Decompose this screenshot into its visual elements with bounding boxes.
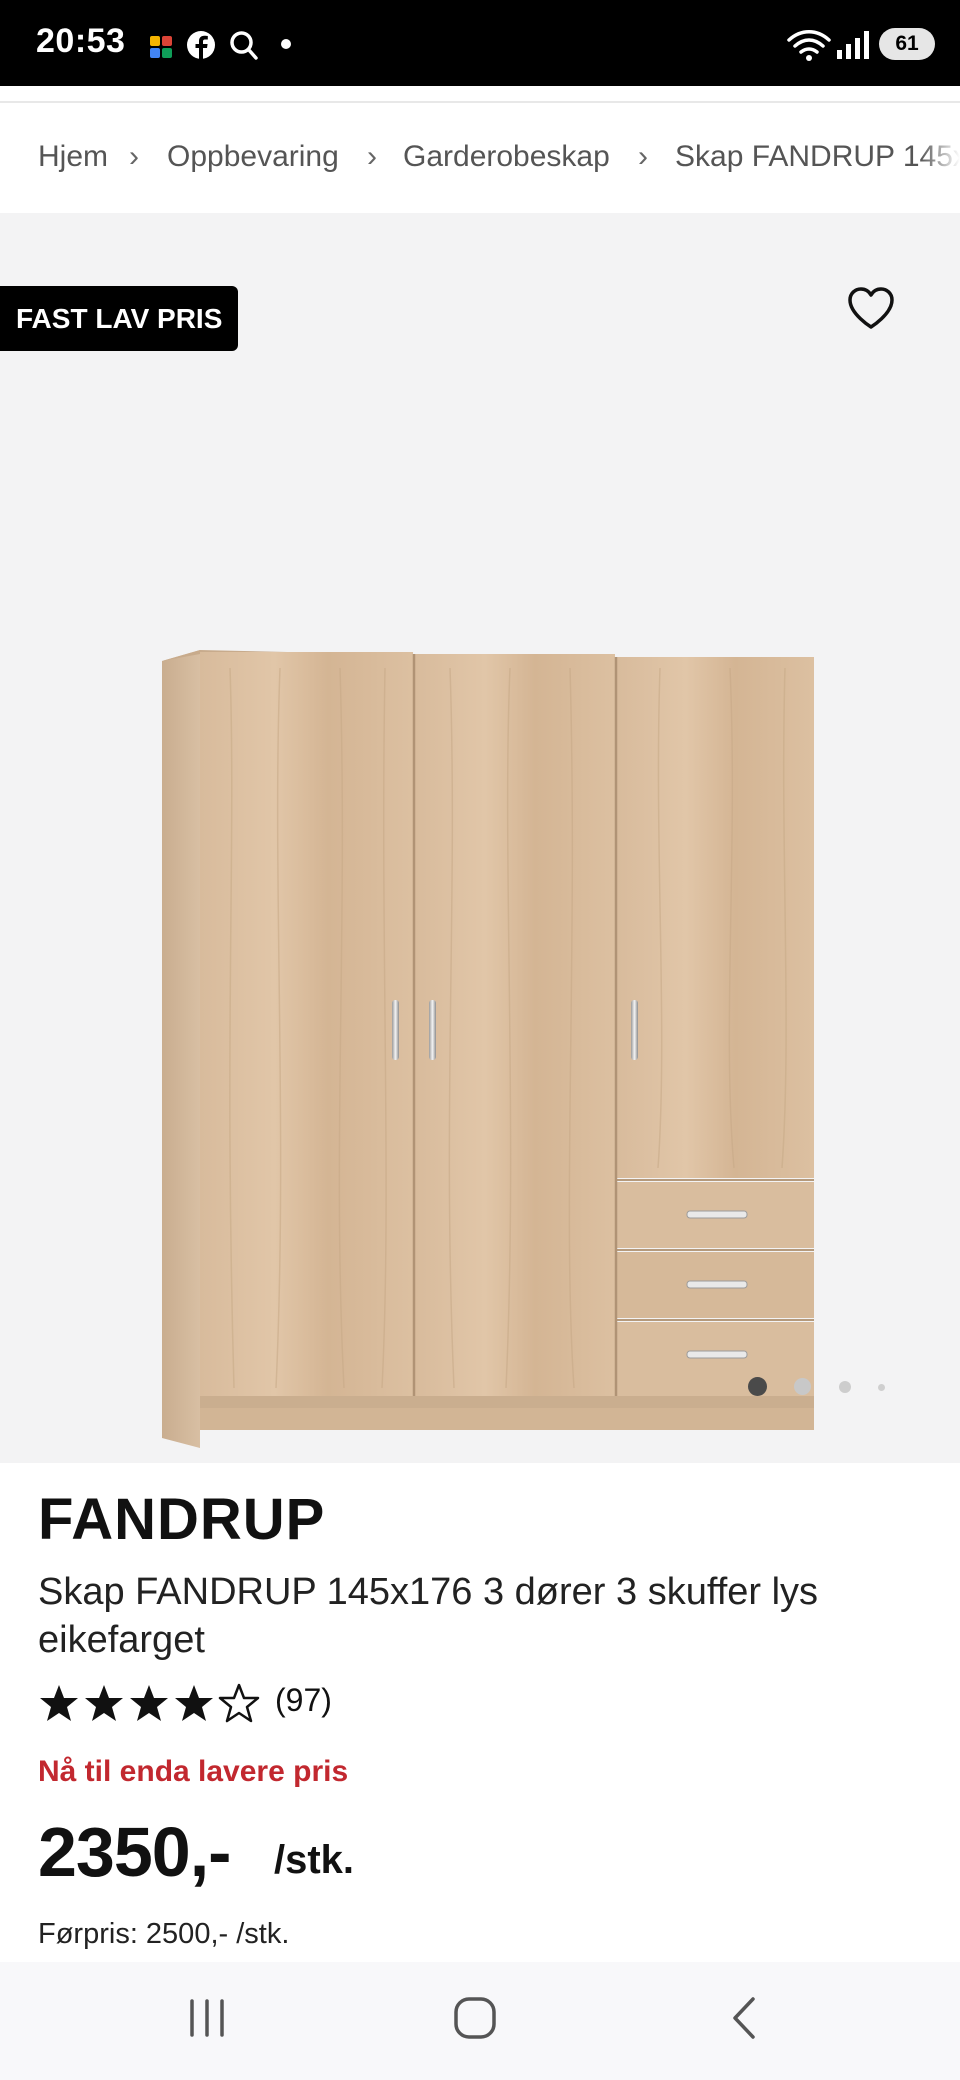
photos-icon (150, 36, 172, 58)
breadcrumb-separator: › (129, 140, 139, 173)
product-description: Skap FANDRUP 145x176 3 dører 3 skuffer l… (38, 1571, 819, 1661)
search-icon (230, 31, 258, 60)
breadcrumb-fade (920, 103, 960, 213)
product-image-gallery[interactable]: FAST LAV PRIS (0, 213, 960, 1463)
rating-stars[interactable] (38, 1680, 266, 1728)
previous-price: Førpris: 2500,- /stk. (38, 1918, 290, 1950)
review-count[interactable]: (97) (275, 1682, 332, 1719)
promo-text: Nå til enda lavere pris (38, 1755, 349, 1788)
price-badge: FAST LAV PRIS (0, 286, 239, 351)
breadcrumb-separator: › (367, 140, 377, 173)
facebook-icon (187, 31, 215, 59)
gallery-dot-1[interactable] (748, 1377, 767, 1396)
back-icon[interactable] (725, 1995, 765, 2041)
star-filled-icon (40, 1685, 78, 1721)
home-icon[interactable] (452, 1995, 498, 2041)
status-time: 20:53 (36, 22, 126, 60)
gallery-dot-2[interactable] (794, 1378, 811, 1395)
star-filled-icon (130, 1685, 168, 1721)
favorite-heart-icon[interactable] (846, 285, 896, 331)
breadcrumb-item-oppbevaring[interactable]: Oppbevaring (167, 140, 339, 174)
breadcrumb-item-garderobeskap[interactable]: Garderobeskap (403, 140, 610, 174)
battery-icon: 61 (879, 28, 935, 60)
system-nav-bar (0, 1962, 960, 2080)
status-bar: 20:53 61 (0, 0, 960, 86)
star-filled-icon (175, 1685, 213, 1721)
gallery-dot-3[interactable] (839, 1381, 851, 1393)
star-filled-icon (85, 1685, 123, 1721)
recent-apps-icon[interactable] (184, 1995, 230, 2041)
notification-dot (281, 39, 291, 49)
breadcrumb: Hjem › Oppbevaring › Garderobeskap › Ska… (0, 103, 960, 213)
gallery-dot-4[interactable] (878, 1384, 885, 1391)
wardrobe-product-image (162, 650, 814, 1448)
product-price: 2350,- (38, 1813, 231, 1891)
breadcrumb-item-hjem[interactable]: Hjem (38, 140, 108, 174)
star-empty-icon (218, 1683, 260, 1723)
breadcrumb-separator: › (638, 140, 648, 173)
wifi-icon (787, 30, 831, 61)
price-unit: /stk. (274, 1838, 355, 1882)
signal-icon (837, 31, 869, 59)
product-brand: FANDRUP (38, 1487, 326, 1552)
breadcrumb-item-current[interactable]: Skap FANDRUP 145x176 3 dører 3 skuffer l… (675, 140, 960, 174)
